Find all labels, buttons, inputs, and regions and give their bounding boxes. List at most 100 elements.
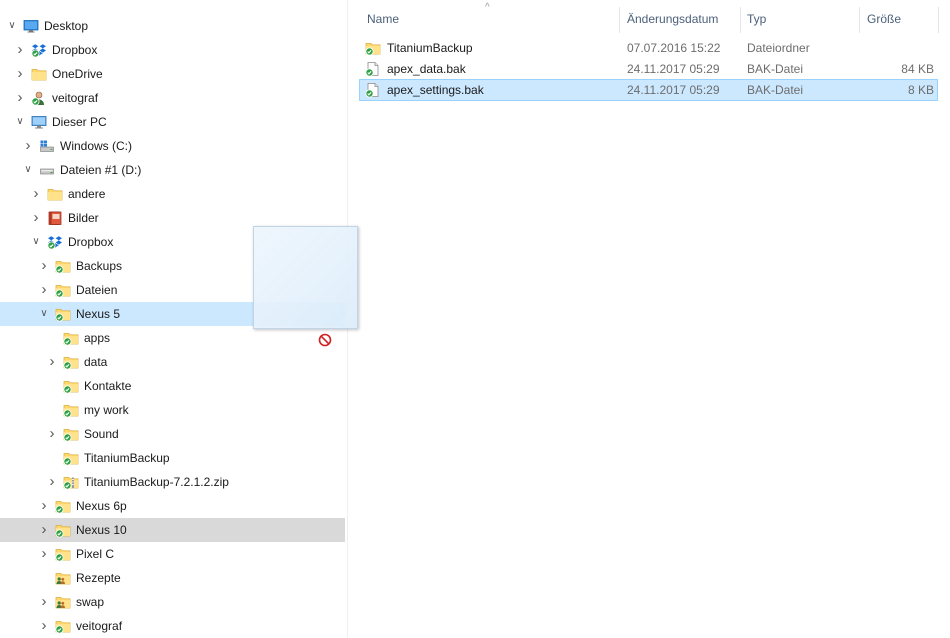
nav-item-sound[interactable]: › Sound	[0, 422, 345, 446]
chevron-right-icon[interactable]: ›	[46, 350, 58, 374]
file-row[interactable]: TitaniumBackup 07.07.2016 15:22 Dateiordne…	[360, 38, 937, 58]
file-size: 8 KB	[907, 83, 934, 97]
chevron-right-icon[interactable]: ›	[38, 590, 50, 614]
file-name: apex_settings.bak	[387, 83, 484, 97]
chevron-right-icon[interactable]: ›	[46, 470, 58, 494]
synced-folder-icon	[63, 381, 79, 394]
nav-item-label: OneDrive	[52, 67, 103, 81]
nav-item-label: Nexus 6p	[76, 499, 127, 513]
chevron-right-icon[interactable]: ›	[30, 206, 42, 230]
nav-item-label: Sound	[84, 427, 119, 441]
nav-item-label: andere	[68, 187, 106, 201]
shared-folder-icon	[55, 597, 71, 609]
chevron-down-icon[interactable]: ∨	[30, 230, 42, 254]
nav-item-label: Rezepte	[76, 571, 121, 585]
pc-icon	[31, 116, 47, 129]
nav-item-label: Windows (C:)	[60, 139, 133, 153]
nav-item-label: Dropbox	[68, 235, 114, 249]
chevron-right-icon[interactable]: ›	[38, 518, 50, 542]
nav-item-apps[interactable]: apps	[0, 326, 345, 350]
synced-zip-icon	[63, 477, 79, 490]
chevron-right-icon[interactable]: ›	[30, 182, 42, 206]
synced-folder-icon	[55, 501, 71, 514]
nav-item-label: TitaniumBackup-7.2.1.2.zip	[84, 475, 229, 489]
chevron-right-icon[interactable]: ›	[22, 134, 34, 158]
chevron-right-icon[interactable]: ›	[14, 38, 26, 62]
nav-item-label: veitograf	[76, 619, 123, 633]
chevron-down-icon[interactable]: ∨	[14, 110, 26, 134]
user-icon	[31, 91, 44, 106]
nav-item-label: Pixel C	[76, 547, 115, 561]
file-row[interactable]: apex_data.bak 24.11.2017 05:29 BAK-Datei 84…	[360, 59, 937, 79]
folder-icon	[31, 69, 47, 81]
synced-folder-icon	[63, 429, 79, 442]
dropbox-icon	[31, 44, 46, 58]
nav-item-label: Desktop	[44, 19, 89, 33]
column-header-type[interactable]: Typ	[740, 7, 852, 31]
file-modified: 24.11.2017 05:29	[627, 83, 720, 97]
nav-item-my-work[interactable]: my work	[0, 398, 345, 422]
nav-item-desktop[interactable]: ∨ Desktop	[0, 14, 345, 38]
nav-item-titaniumbackup-7-2-1-2-zip[interactable]: › TitaniumBackup-7.2.1.2.zip	[0, 470, 345, 494]
folder-icon	[47, 189, 63, 201]
synced-folder-icon	[55, 261, 71, 274]
nav-item-label: Kontakte	[84, 379, 132, 393]
nav-item-nexus-6p[interactable]: › Nexus 6p	[0, 494, 345, 518]
file-modified: 24.11.2017 05:29	[627, 62, 720, 76]
column-separator[interactable]	[938, 7, 939, 33]
chevron-right-icon[interactable]: ›	[38, 254, 50, 278]
file-list-pane[interactable]: ^ Name Änderungsdatum Typ Größe Titanium…	[348, 0, 950, 638]
nav-item-label: TitaniumBackup	[84, 451, 170, 465]
nav-item-dateien-1-d[interactable]: ∨ Dateien #1 (D:)	[0, 158, 345, 182]
nav-item-onedrive[interactable]: › OneDrive	[0, 62, 345, 86]
synced-folder-icon	[63, 453, 79, 466]
file-name: apex_data.bak	[387, 62, 466, 76]
nav-item-windows-c[interactable]: › Windows (C:)	[0, 134, 345, 158]
file-size: 84 KB	[901, 62, 934, 76]
nav-item-label: data	[84, 355, 108, 369]
nav-item-label: apps	[84, 331, 111, 345]
synced-folder-icon	[55, 621, 71, 634]
nav-item-andere[interactable]: › andere	[0, 182, 345, 206]
drag-preview	[253, 226, 358, 329]
column-header-name[interactable]: Name	[360, 7, 613, 31]
chevron-right-icon[interactable]: ›	[14, 62, 26, 86]
column-header-modified[interactable]: Änderungsdatum	[620, 7, 740, 31]
nav-item-kontakte[interactable]: Kontakte	[0, 374, 345, 398]
file-name: TitaniumBackup	[387, 41, 473, 55]
nav-item-titaniumbackup[interactable]: TitaniumBackup	[0, 446, 345, 470]
chevron-down-icon[interactable]: ∨	[38, 302, 50, 326]
nav-item-dieser-pc[interactable]: ∨ Dieser PC	[0, 110, 345, 134]
nav-item-data[interactable]: › data	[0, 350, 345, 374]
chevron-right-icon[interactable]: ›	[46, 422, 58, 446]
file-row[interactable]: apex_settings.bak 24.11.2017 05:29 BAK-Dat…	[359, 79, 938, 101]
synced-folder-icon	[365, 43, 381, 56]
nav-item-swap[interactable]: › swap	[0, 590, 345, 614]
chevron-right-icon[interactable]: ›	[38, 494, 50, 518]
drive-icon	[40, 168, 54, 175]
chevron-down-icon[interactable]: ∨	[22, 158, 34, 182]
nav-item-veitograf[interactable]: › veitograf	[0, 614, 345, 638]
synced-folder-icon	[55, 549, 71, 562]
chevron-down-icon[interactable]: ∨	[6, 14, 18, 38]
nav-item-label: Nexus 10	[76, 523, 127, 537]
dropbox-icon	[47, 236, 62, 250]
nav-item-rezepte[interactable]: Rezepte	[0, 566, 345, 590]
nav-item-dropbox[interactable]: › Dropbox	[0, 38, 345, 62]
chevron-right-icon[interactable]: ›	[38, 542, 50, 566]
nav-item-label: Nexus 5	[76, 307, 121, 321]
chevron-right-icon[interactable]: ›	[38, 614, 50, 638]
desktop-icon	[23, 20, 39, 33]
nav-item-label: swap	[76, 595, 105, 609]
chevron-right-icon[interactable]: ›	[14, 86, 26, 110]
windows-drive-icon	[40, 140, 54, 152]
column-header-size[interactable]: Größe	[860, 7, 944, 31]
nav-item-veitograf[interactable]: › veitograf	[0, 86, 345, 110]
nav-item-pixel-c[interactable]: › Pixel C	[0, 542, 345, 566]
synced-folder-icon	[63, 357, 79, 370]
chevron-right-icon[interactable]: ›	[38, 278, 50, 302]
nav-item-label: Bilder	[68, 211, 99, 225]
file-type: BAK-Datei	[747, 62, 804, 76]
nav-item-label: Dateien	[76, 283, 118, 297]
nav-item-nexus-10[interactable]: › Nexus 10	[0, 518, 345, 542]
